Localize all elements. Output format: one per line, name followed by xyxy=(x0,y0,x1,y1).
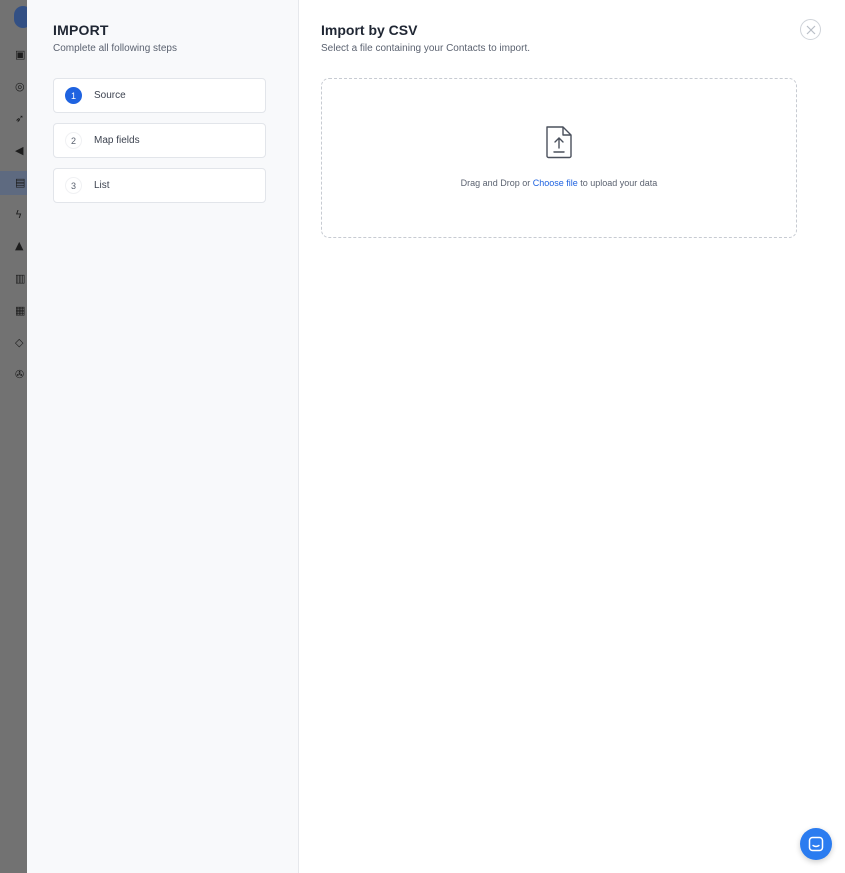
tag-icon: ◇ xyxy=(15,336,24,349)
dropzone-prefix: Drag and Drop or xyxy=(460,178,533,188)
layout-icon: ▣ xyxy=(15,48,26,61)
chat-button[interactable] xyxy=(800,828,832,860)
step-label: Source xyxy=(94,90,126,101)
steps-subtitle: Complete all following steps xyxy=(53,43,177,54)
steps-title: IMPORT xyxy=(53,22,109,38)
steps-panel: IMPORT Complete all following steps 1 So… xyxy=(27,0,299,873)
step-map-fields[interactable]: 2 Map fields xyxy=(53,123,266,158)
file-upload-icon xyxy=(546,126,572,159)
dropzone-text: Drag and Drop or Choose file to upload y… xyxy=(322,178,796,188)
step-list[interactable]: 3 List xyxy=(53,168,266,203)
close-button[interactable] xyxy=(800,19,821,40)
background-sidebar: ▣ ◎ ➶ ◀ ▤ ϟ ▲ ▥ ▦ ◇ ✇ xyxy=(0,0,32,873)
file-dropzone[interactable]: Drag and Drop or Choose file to upload y… xyxy=(321,78,797,238)
step-source[interactable]: 1 Source xyxy=(53,78,266,113)
chat-bubble-icon xyxy=(808,836,824,852)
plug-icon: ✇ xyxy=(15,368,25,381)
close-icon xyxy=(806,25,816,35)
page-subtitle: Select a file containing your Contacts t… xyxy=(321,43,530,54)
grid-icon: ▥ xyxy=(15,272,26,285)
import-main-panel: Import by CSV Select a file containing y… xyxy=(299,0,845,873)
contacts-icon: ▤ xyxy=(15,176,26,189)
dropzone-suffix: to upload your data xyxy=(577,178,658,188)
lightning-icon: ϟ xyxy=(15,208,23,221)
bell-icon: ▲ xyxy=(15,239,24,252)
megaphone-icon: ◀ xyxy=(15,144,24,157)
step-number: 2 xyxy=(65,132,82,149)
rocket-icon: ➶ xyxy=(15,112,25,125)
apps-icon: ▦ xyxy=(15,304,26,317)
choose-file-link[interactable]: Choose file xyxy=(533,178,578,188)
target-icon: ◎ xyxy=(15,80,25,93)
import-modal: IMPORT Complete all following steps 1 So… xyxy=(27,0,845,873)
page-title: Import by CSV xyxy=(321,22,418,38)
step-number: 1 xyxy=(65,87,82,104)
step-label: Map fields xyxy=(94,135,140,146)
step-number: 3 xyxy=(65,177,82,194)
step-label: List xyxy=(94,180,110,191)
